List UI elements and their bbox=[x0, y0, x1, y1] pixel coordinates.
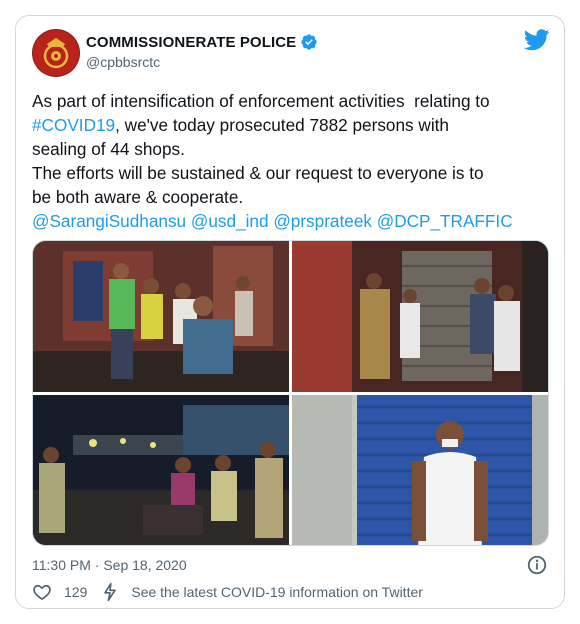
tweet-text-line: , we've today prosecuted 7882 persons wi… bbox=[115, 115, 449, 135]
tweet-card[interactable]: COMMISSIONERATE POLICE @cpbbsrctc As par… bbox=[15, 15, 565, 609]
account-handle[interactable]: @cpbbsrctc bbox=[86, 54, 318, 70]
tweet-actions: 129 See the latest COVID-19 information … bbox=[32, 581, 423, 603]
covid-info-link[interactable]: See the latest COVID-19 information on T… bbox=[131, 584, 423, 600]
verified-badge-icon bbox=[301, 34, 317, 50]
like-count[interactable]: 129 bbox=[64, 584, 87, 600]
avatar[interactable] bbox=[32, 29, 80, 77]
tweet-text-line: sealing of 44 shops. bbox=[32, 139, 185, 159]
twitter-bird-icon[interactable] bbox=[524, 29, 550, 51]
photo-man-blue-shutter[interactable] bbox=[292, 395, 548, 545]
photo-shop-crowd[interactable] bbox=[33, 241, 289, 392]
tweet-timestamp[interactable]: 11:30 PM · Sep 18, 2020 bbox=[32, 557, 187, 573]
mention-link[interactable]: @SarangiSudhansu bbox=[32, 211, 186, 231]
tweet-text-line: As part of intensification of enforcemen… bbox=[32, 91, 490, 111]
author-info: COMMISSIONERATE POLICE @cpbbsrctc bbox=[86, 33, 318, 70]
account-name[interactable]: COMMISSIONERATE POLICE bbox=[86, 34, 296, 51]
heart-icon[interactable] bbox=[32, 582, 52, 602]
hashtag-covid19[interactable]: #COVID19 bbox=[32, 115, 115, 135]
media-grid bbox=[32, 240, 549, 546]
mention-link[interactable]: @prsprateek bbox=[273, 211, 372, 231]
mention-link[interactable]: @usd_ind bbox=[191, 211, 269, 231]
lightning-icon bbox=[104, 582, 117, 602]
mention-link[interactable]: @DCP_TRAFFIC bbox=[377, 211, 513, 231]
tweet-body: As part of intensification of enforcemen… bbox=[32, 89, 552, 233]
photo-police-shutter[interactable] bbox=[292, 241, 548, 392]
tweet-text-line: be both aware & cooperate. bbox=[32, 187, 244, 207]
photo-night-street[interactable] bbox=[33, 395, 289, 545]
tweet-text-line: The efforts will be sustained & our requ… bbox=[32, 163, 484, 183]
tweet-header: COMMISSIONERATE POLICE @cpbbsrctc bbox=[32, 29, 550, 79]
info-icon[interactable] bbox=[526, 554, 548, 576]
